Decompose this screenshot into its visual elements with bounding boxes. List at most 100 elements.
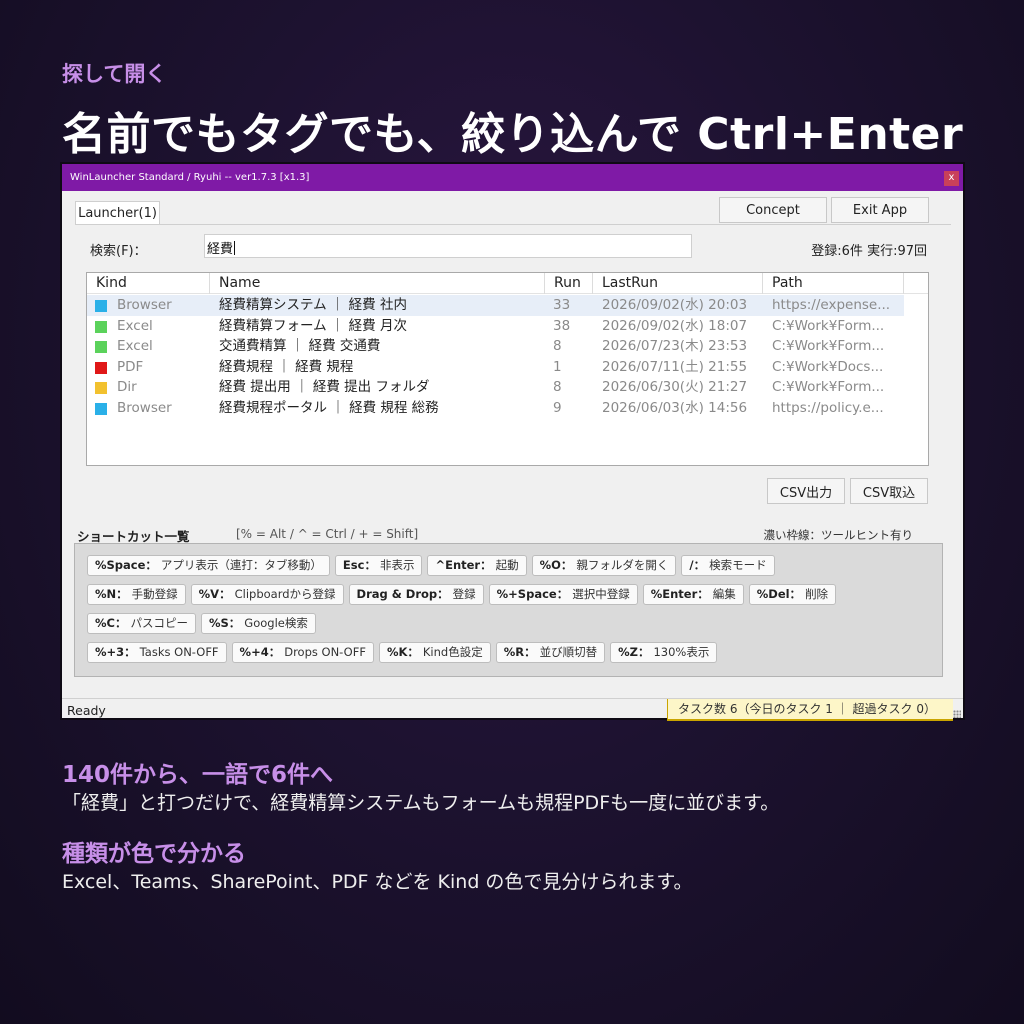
- table-row[interactable]: Excel 交通費精算 ｜ 経費 交通費 8 2026/07/23(木) 23:53 C…: [87, 336, 928, 357]
- shortcut-action: 起動: [495, 558, 519, 572]
- shortcut-chip[interactable]: Drag & Drop： 登録: [348, 584, 484, 605]
- table-row[interactable]: Excel 経費精算フォーム ｜ 経費 月次 38 2026/09/02(水) 18:…: [87, 316, 928, 337]
- kind-cell: Browser: [117, 297, 172, 313]
- run-cell: 33: [553, 297, 571, 313]
- table-row[interactable]: Browser 経費精算システム ｜ 経費 社内 33 2026/09/02(水) 2…: [87, 295, 904, 316]
- window-title: WinLauncher Standard / Ryuhi -- ver1.7.3…: [70, 172, 310, 183]
- search-input[interactable]: 経費: [204, 234, 692, 258]
- shortcut-chip[interactable]: %O： 親フォルダを開く: [531, 555, 677, 576]
- shortcut-chip[interactable]: %S： Google検索: [200, 613, 316, 634]
- column-path[interactable]: Path: [763, 273, 904, 294]
- path-cell: https://policy.e...: [772, 400, 884, 416]
- shortcut-chip[interactable]: %Del： 削除: [748, 584, 837, 605]
- task-summary[interactable]: タスク数 6（今日のタスク 1 ｜ 超過タスク 0）: [667, 699, 953, 721]
- launcher-table[interactable]: Kind Name Run LastRun Path Browser 経費精算シス…: [86, 272, 929, 466]
- resize-grip-icon[interactable]: [953, 710, 961, 718]
- shortcut-action: 登録: [452, 587, 476, 601]
- shortcut-chip[interactable]: %R： 並び順切替: [495, 642, 606, 663]
- name-cell: 交通費精算 ｜ 経費 交通費: [219, 338, 381, 355]
- shortcut-key: %O：: [539, 558, 573, 572]
- status-text: Ready: [67, 703, 106, 718]
- table-header: Kind Name Run LastRun Path: [87, 273, 928, 294]
- name-cell: 経費規程 ｜ 経費 規程: [219, 358, 354, 375]
- kind-color-swatch: [95, 403, 107, 415]
- feature-title-1: 140件から、一語で6件へ: [62, 762, 334, 788]
- lastrun-cell: 2026/07/11(土) 21:55: [602, 358, 748, 375]
- shortcut-key: %+Space：: [496, 587, 569, 601]
- exit-app-button[interactable]: Exit App: [831, 197, 929, 223]
- name-cell: 経費 提出用 ｜ 経費 提出 フォルダ: [219, 379, 430, 396]
- shortcut-action: Google検索: [244, 616, 308, 630]
- csv-import-button[interactable]: CSV取込: [850, 478, 928, 504]
- shortcut-key: %Enter：: [650, 587, 709, 601]
- close-button[interactable]: x: [944, 171, 959, 186]
- eyebrow-label: 探して開く: [62, 62, 167, 86]
- shortcut-action: アプリ表示（連打：タブ移動）: [160, 558, 322, 572]
- shortcut-key: Esc：: [342, 558, 376, 572]
- column-name[interactable]: Name: [210, 273, 545, 294]
- table-row[interactable]: Dir 経費 提出用 ｜ 経費 提出 フォルダ 8 2026/06/30(火) 21:…: [87, 377, 928, 398]
- shortcut-chip[interactable]: %N： 手動登録: [87, 584, 186, 605]
- kind-cell: Dir: [117, 379, 137, 396]
- shortcut-key: %+4：: [239, 645, 281, 659]
- shortcut-chip[interactable]: Esc： 非表示: [334, 555, 423, 576]
- lastrun-cell: 2026/06/30(火) 21:27: [602, 379, 748, 396]
- shortcut-chip[interactable]: %V： Clipboardから登録: [190, 584, 344, 605]
- table-row[interactable]: Browser 経費規程ポータル ｜ 経費 規程 総務 9 2026/06/03(水)…: [87, 398, 928, 419]
- shortcut-key: %N：: [95, 587, 128, 601]
- lastrun-cell: 2026/07/23(木) 23:53: [602, 338, 748, 355]
- column-kind[interactable]: Kind: [87, 273, 210, 294]
- app-window: WinLauncher Standard / Ryuhi -- ver1.7.3…: [60, 162, 965, 721]
- shortcut-chip[interactable]: %C： パスコピー: [87, 613, 196, 634]
- shortcut-chip[interactable]: %Enter： 編集: [642, 584, 744, 605]
- shortcut-key: %R：: [503, 645, 536, 659]
- shortcut-key: Drag & Drop：: [356, 587, 449, 601]
- shortcut-key: %Del：: [756, 587, 802, 601]
- kind-color-swatch: [95, 382, 107, 395]
- column-lastrun[interactable]: LastRun: [593, 273, 763, 294]
- path-cell: C:¥Work¥Form...: [772, 317, 885, 334]
- shortcut-action: パスコピー: [130, 616, 188, 630]
- shortcut-action: 親フォルダを開く: [576, 558, 669, 572]
- kind-color-swatch: [95, 341, 107, 354]
- shortcut-panel: %Space： アプリ表示（連打：タブ移動） Esc： 非表示 ^Enter： 起動 %O：…: [74, 543, 943, 677]
- shortcut-line: %N： 手動登録 %V： Clipboardから登録 Drag & Drop： 登録 %+S…: [87, 584, 942, 605]
- shortcut-key: %Space：: [95, 558, 157, 572]
- shortcut-chip[interactable]: ^Enter： 起動: [427, 555, 527, 576]
- kind-cell: Excel: [117, 317, 153, 334]
- name-cell: 経費精算システム ｜ 経費 社内: [219, 297, 407, 313]
- search-label: 検索(F)：: [90, 244, 147, 259]
- run-cell: 8: [553, 379, 562, 396]
- concept-button[interactable]: Concept: [719, 197, 827, 223]
- shortcut-action: Kind色設定: [422, 645, 483, 659]
- csv-export-button[interactable]: CSV出力: [767, 478, 845, 504]
- shortcut-chip[interactable]: %+Space： 選択中登録: [488, 584, 638, 605]
- shortcut-chip[interactable]: %Z： 130%表示: [610, 642, 718, 663]
- shortcut-line: %C： パスコピー %S： Google検索: [87, 613, 942, 634]
- shortcut-action: 削除: [805, 587, 829, 601]
- status-bar: Ready タスク数 6（今日のタスク 1 ｜ 超過タスク 0）: [62, 698, 963, 721]
- run-cell: 1: [553, 358, 562, 375]
- shortcut-chip[interactable]: %+4： Drops ON-OFF: [231, 642, 374, 663]
- feature-title-2: 種類が色で分かる: [62, 841, 246, 867]
- run-cell: 8: [553, 338, 562, 355]
- table-row[interactable]: PDF 経費規程 ｜ 経費 規程 1 2026/07/11(土) 21:55 C:¥Wo…: [87, 357, 928, 378]
- shortcut-chip[interactable]: %+3： Tasks ON-OFF: [87, 642, 227, 663]
- shortcut-chip[interactable]: %Space： アプリ表示（連打：タブ移動）: [87, 555, 330, 576]
- lastrun-cell: 2026/09/02(水) 18:07: [602, 317, 748, 334]
- kind-cell: PDF: [117, 358, 144, 375]
- shortcut-chip[interactable]: %K： Kind色設定: [378, 642, 491, 663]
- tab-launcher[interactable]: Launcher(1): [75, 201, 160, 225]
- run-cell: 9: [553, 400, 562, 416]
- shortcut-chip[interactable]: /： 検索モード: [681, 555, 775, 576]
- shortcut-action: 手動登録: [131, 587, 178, 601]
- name-cell: 経費規程ポータル ｜ 経費 規程 総務: [219, 400, 439, 416]
- title-bar[interactable]: WinLauncher Standard / Ryuhi -- ver1.7.3…: [62, 164, 963, 191]
- shortcut-action: Clipboardから登録: [234, 587, 336, 601]
- kind-cell: Browser: [117, 400, 172, 416]
- feature-text-1: 「経費」と打つだけで、経費精算システムもフォームも規程PDFも一度に並びます。: [62, 792, 780, 814]
- headline: 名前でもタグでも、絞り込んで Ctrl+Enter: [62, 109, 964, 160]
- shortcut-line: %+3： Tasks ON-OFF %+4： Drops ON-OFF %K： Kind色…: [87, 642, 942, 663]
- path-cell: C:¥Work¥Docs...: [772, 358, 884, 375]
- column-run[interactable]: Run: [545, 273, 593, 294]
